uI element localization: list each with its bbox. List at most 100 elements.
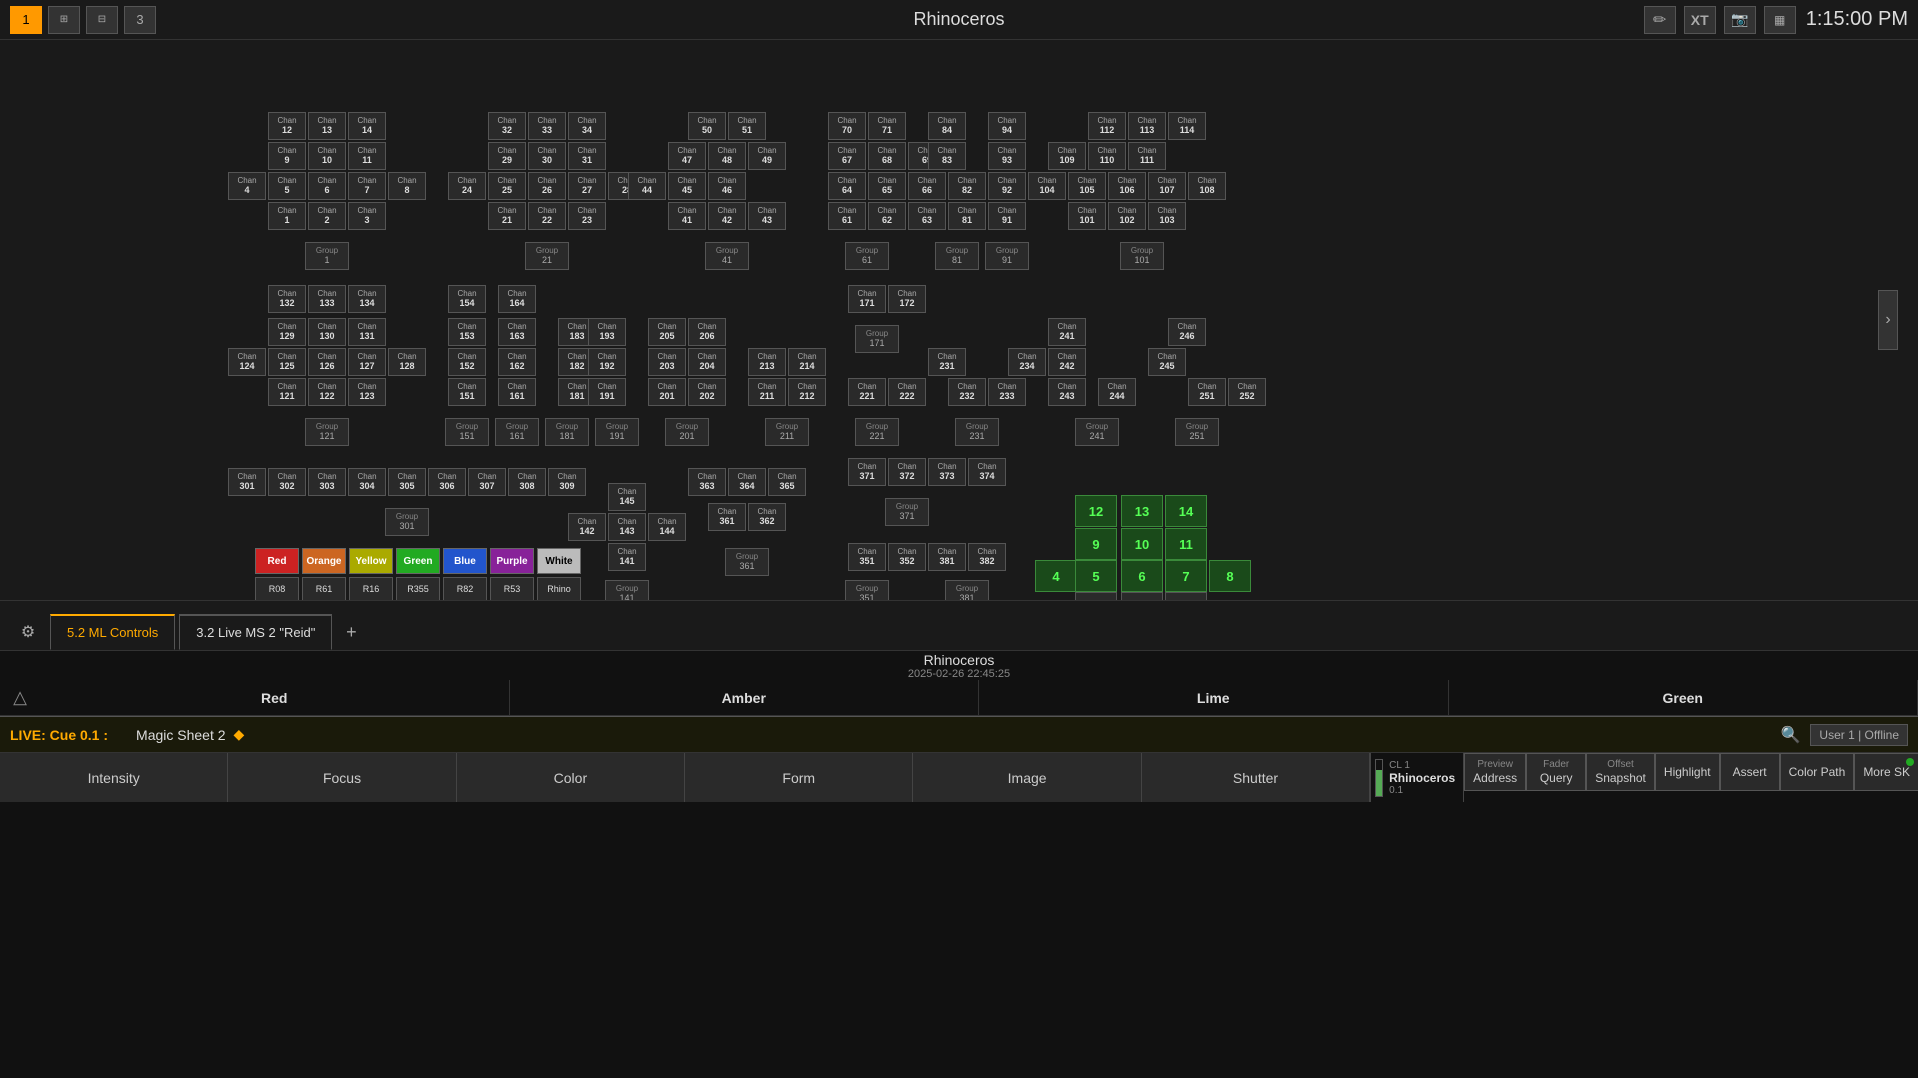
chan-btn-307[interactable]: Chan307 <box>468 468 506 496</box>
focus-palette-btn-6[interactable]: 6 <box>1121 560 1163 592</box>
chan-btn-24[interactable]: Chan24 <box>448 172 486 200</box>
fader-btn-preview[interactable]: Preview Address <box>1464 753 1526 791</box>
chan-btn-372[interactable]: Chan372 <box>888 458 926 486</box>
btn-focus[interactable]: Focus <box>228 753 456 802</box>
chan-btn-32[interactable]: Chan32 <box>488 112 526 140</box>
group-btn-1[interactable]: Group1 <box>305 242 349 270</box>
group-btn-121[interactable]: Group121 <box>305 418 349 446</box>
group-btn-41[interactable]: Group41 <box>705 242 749 270</box>
chan-btn-81[interactable]: Chan81 <box>948 202 986 230</box>
fader-btn-offset[interactable]: Offset Snapshot <box>1586 753 1655 791</box>
chan-btn-306[interactable]: Chan306 <box>428 468 466 496</box>
chan-btn-62[interactable]: Chan62 <box>868 202 906 230</box>
chan-btn-51[interactable]: Chan51 <box>728 112 766 140</box>
focus-palette-btn-5[interactable]: 5 <box>1075 560 1117 592</box>
chan-btn-70[interactable]: Chan70 <box>828 112 866 140</box>
chan-btn-365[interactable]: Chan365 <box>768 468 806 496</box>
chan-btn-151[interactable]: Chan151 <box>448 378 486 406</box>
chan-btn-12[interactable]: Chan12 <box>268 112 306 140</box>
chan-btn-202[interactable]: Chan202 <box>688 378 726 406</box>
color-r53[interactable]: R53 <box>490 577 534 600</box>
color-strip-amber[interactable]: Amber <box>510 680 980 715</box>
color-strip-green[interactable]: Green <box>1449 680 1918 715</box>
chan-btn-204[interactable]: Chan204 <box>688 348 726 376</box>
chan-btn-206[interactable]: Chan206 <box>688 318 726 346</box>
focus-palette-btn-12[interactable]: 12 <box>1075 495 1117 527</box>
color-blue[interactable]: Blue <box>443 548 487 574</box>
focus-palette-btn-13[interactable]: 13 <box>1121 495 1163 527</box>
chan-btn-142[interactable]: Chan142 <box>568 513 606 541</box>
chan-btn-222[interactable]: Chan222 <box>888 378 926 406</box>
chan-btn-41[interactable]: Chan41 <box>668 202 706 230</box>
chan-btn-113[interactable]: Chan113 <box>1128 112 1166 140</box>
chan-btn-231[interactable]: Chan231 <box>928 348 966 376</box>
chan-btn-66[interactable]: Chan66 <box>908 172 946 200</box>
color-r82[interactable]: R82 <box>443 577 487 600</box>
xt-icon[interactable]: XT <box>1684 6 1716 34</box>
chan-btn-91[interactable]: Chan91 <box>988 202 1026 230</box>
group-btn-61[interactable]: Group61 <box>845 242 889 270</box>
chan-btn-30[interactable]: Chan30 <box>528 142 566 170</box>
group-btn-81[interactable]: Group81 <box>935 242 979 270</box>
chan-btn-10[interactable]: Chan10 <box>308 142 346 170</box>
chan-btn-122[interactable]: Chan122 <box>308 378 346 406</box>
fader-btn-colorpath[interactable]: Color Path <box>1780 753 1855 791</box>
chan-btn-302[interactable]: Chan302 <box>268 468 306 496</box>
chan-btn-232[interactable]: Chan232 <box>948 378 986 406</box>
collapse-arrow[interactable]: › <box>1878 290 1898 350</box>
color-purple[interactable]: Purple <box>490 548 534 574</box>
chan-btn-373[interactable]: Chan373 <box>928 458 966 486</box>
chan-btn-131[interactable]: Chan131 <box>348 318 386 346</box>
chan-btn-110[interactable]: Chan110 <box>1088 142 1126 170</box>
group-btn-301[interactable]: Group301 <box>385 508 429 536</box>
chan-btn-21[interactable]: Chan21 <box>488 202 526 230</box>
chan-btn-191[interactable]: Chan191 <box>588 378 626 406</box>
color-r16[interactable]: R16 <box>349 577 393 600</box>
focus-palette-btn-2[interactable]: 2 <box>1121 592 1163 600</box>
chan-btn-93[interactable]: Chan93 <box>988 142 1026 170</box>
chan-btn-154[interactable]: Chan154 <box>448 285 486 313</box>
chan-btn-111[interactable]: Chan111 <box>1128 142 1166 170</box>
chan-btn-102[interactable]: Chan102 <box>1108 202 1146 230</box>
chan-btn-162[interactable]: Chan162 <box>498 348 536 376</box>
chan-btn-29[interactable]: Chan29 <box>488 142 526 170</box>
chan-btn-92[interactable]: Chan92 <box>988 172 1026 200</box>
chan-btn-3[interactable]: Chan3 <box>348 202 386 230</box>
chan-btn-123[interactable]: Chan123 <box>348 378 386 406</box>
chan-btn-33[interactable]: Chan33 <box>528 112 566 140</box>
chan-btn-22[interactable]: Chan22 <box>528 202 566 230</box>
chan-btn-145[interactable]: Chan145 <box>608 483 646 511</box>
focus-palette-btn-14[interactable]: 14 <box>1165 495 1207 527</box>
chan-btn-130[interactable]: Chan130 <box>308 318 346 346</box>
chan-btn-108[interactable]: Chan108 <box>1188 172 1226 200</box>
chan-btn-11[interactable]: Chan11 <box>348 142 386 170</box>
chan-btn-82[interactable]: Chan82 <box>948 172 986 200</box>
group-btn-181[interactable]: Group181 <box>545 418 589 446</box>
focus-palette-btn-1[interactable]: 1 <box>1075 592 1117 600</box>
chan-btn-213[interactable]: Chan213 <box>748 348 786 376</box>
chan-btn-7[interactable]: Chan7 <box>348 172 386 200</box>
chan-btn-304[interactable]: Chan304 <box>348 468 386 496</box>
group-btn-251[interactable]: Group251 <box>1175 418 1219 446</box>
chan-btn-132[interactable]: Chan132 <box>268 285 306 313</box>
chan-btn-94[interactable]: Chan94 <box>988 112 1026 140</box>
chan-btn-47[interactable]: Chan47 <box>668 142 706 170</box>
chan-btn-374[interactable]: Chan374 <box>968 458 1006 486</box>
btn-color[interactable]: Color <box>457 753 685 802</box>
chan-btn-301[interactable]: Chan301 <box>228 468 266 496</box>
chan-btn-201[interactable]: Chan201 <box>648 378 686 406</box>
btn-shutter[interactable]: Shutter <box>1142 753 1370 802</box>
chan-btn-352[interactable]: Chan352 <box>888 543 926 571</box>
view-btn-4[interactable]: 3 <box>124 6 156 34</box>
chan-btn-172[interactable]: Chan172 <box>888 285 926 313</box>
group-btn-201[interactable]: Group201 <box>665 418 709 446</box>
chan-btn-164[interactable]: Chan164 <box>498 285 536 313</box>
chan-btn-2[interactable]: Chan2 <box>308 202 346 230</box>
chan-btn-141[interactable]: Chan141 <box>608 543 646 571</box>
group-btn-231[interactable]: Group231 <box>955 418 999 446</box>
fader-btn-moresk[interactable]: More SK <box>1854 753 1918 791</box>
chan-btn-106[interactable]: Chan106 <box>1108 172 1146 200</box>
chan-btn-129[interactable]: Chan129 <box>268 318 306 346</box>
view-btn-2[interactable]: ⊞ <box>48 6 80 34</box>
chan-btn-6[interactable]: Chan6 <box>308 172 346 200</box>
